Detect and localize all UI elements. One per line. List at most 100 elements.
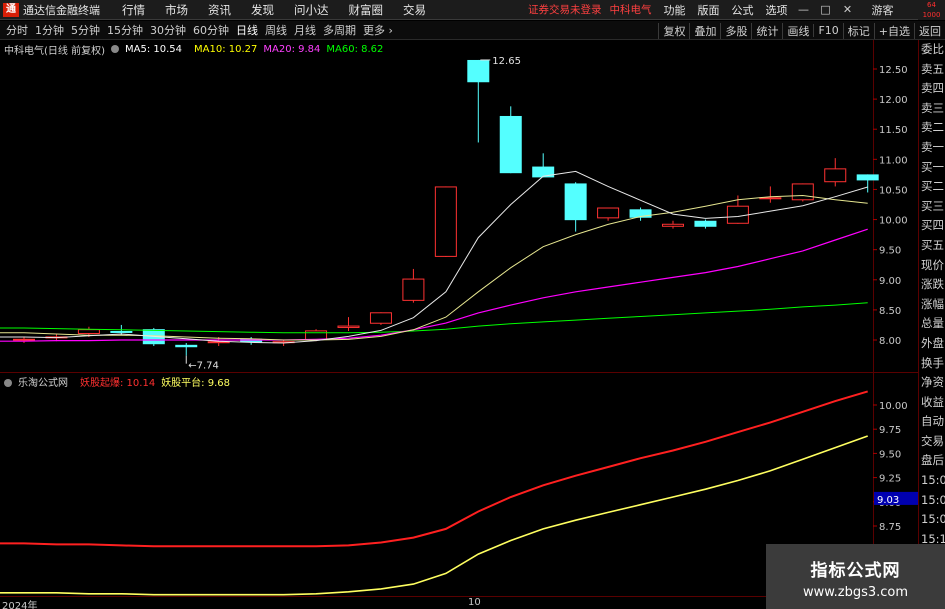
- quote-field-0: 委比: [921, 42, 944, 56]
- quote-field-18: 收益: [921, 394, 944, 409]
- candle-body: [759, 197, 782, 200]
- maximize-icon[interactable]: □: [820, 3, 832, 16]
- tool-mark[interactable]: 标记: [842, 22, 874, 39]
- tool-add-watchlist[interactable]: +自选: [873, 22, 914, 39]
- quote-field-23: 15:00: [921, 492, 945, 507]
- quote-field-4: 卖二: [921, 120, 944, 135]
- candle-body: [305, 330, 328, 340]
- chart-grid: [0, 40, 918, 609]
- watermark-title: 指标公式网: [810, 561, 901, 581]
- watermark-url: www.zbgs3.com: [802, 585, 909, 600]
- quote-field-5: 卖一: [921, 139, 944, 154]
- minimize-icon[interactable]: —: [798, 3, 810, 16]
- period-15min[interactable]: 15分钟: [106, 22, 144, 38]
- quote-field-7: 买二: [921, 179, 944, 194]
- x-axis-label-month: 10: [468, 597, 481, 608]
- quote-field-10: 买五: [921, 237, 944, 252]
- tool-adjust[interactable]: 复权: [658, 22, 689, 39]
- tool-draw-line[interactable]: 画线: [782, 22, 813, 39]
- tool-multi-stock[interactable]: 多股: [720, 22, 751, 39]
- quote-field-17: 净资: [921, 375, 944, 390]
- quote-field-13: 涨幅: [921, 296, 944, 311]
- candle-body: [662, 223, 684, 227]
- period-30min[interactable]: 30分钟: [149, 22, 187, 38]
- quote-field-12: 涨跌: [921, 277, 944, 292]
- current-value-label: 9.03: [877, 495, 899, 506]
- tool-back[interactable]: 返回: [914, 22, 945, 39]
- legend-toggle-icon[interactable]: [110, 44, 119, 53]
- candle-body: [402, 278, 425, 301]
- candle-body: [110, 330, 133, 333]
- trade-login-status[interactable]: 证券交易未登录: [528, 2, 602, 17]
- price-tick-label: 8.00: [879, 336, 901, 347]
- quote-field-15: 外盘: [921, 335, 944, 350]
- menu-ask-assistant[interactable]: 问小达: [294, 2, 329, 18]
- candle-body: [369, 312, 392, 324]
- quote-field-19: 自动: [921, 414, 944, 429]
- tool-overlay[interactable]: 叠加: [689, 22, 720, 39]
- tool-statistics[interactable]: 统计: [751, 22, 782, 39]
- period-60min[interactable]: 60分钟: [192, 22, 230, 38]
- indicator-tick-label: 10.00: [879, 401, 908, 412]
- quote-side-panel: 委比 卖五 卖四 卖三 卖二 卖一 买一 买二 买三 买四 买五 现价 涨跌 涨幅 总量 外盘 换手 净资 收益 自动…: [918, 40, 945, 609]
- quote-field-9: 买四: [921, 218, 944, 233]
- indicator-tick-label: 8.75: [879, 522, 901, 533]
- price-tick-label: 11.00: [879, 155, 908, 166]
- menu-options[interactable]: 选项: [766, 2, 788, 18]
- candle-body: [597, 207, 620, 219]
- period-intraday[interactable]: 分时: [5, 22, 29, 38]
- line1-legend: 妖股起爆: 10.14: [80, 377, 156, 389]
- indicator-toggle-icon[interactable]: [4, 378, 12, 387]
- quote-panel-header: 64 1000: [918, 0, 945, 20]
- quote-field-2: 卖四: [921, 81, 944, 96]
- indicator-tick-label: 9.50: [879, 449, 901, 460]
- price-axis: 8.00 8.50 9.00 9.50 10.00 10.50 11.00 11.50 12.0…: [874, 65, 918, 533]
- indicator-tick-label: 9.75: [879, 425, 901, 436]
- kline-chart[interactable]: 12.65 ←7.74 8.00 8.50 9.00 9.50 10.00 10.50 11.…: [0, 40, 918, 609]
- indicator-tick-label: 9.25: [879, 474, 901, 485]
- menu-functions[interactable]: 功能: [664, 2, 686, 18]
- price-tick-label: 11.50: [879, 125, 908, 136]
- menu-market-overview[interactable]: 市场: [165, 2, 188, 18]
- guest-account[interactable]: 游客: [872, 2, 894, 18]
- period-5min[interactable]: 5分钟: [70, 22, 101, 38]
- candle-body: [13, 338, 35, 341]
- quote-field-8: 买三: [921, 198, 944, 213]
- period-weekly[interactable]: 周线: [264, 22, 288, 38]
- period-daily[interactable]: 日线: [235, 22, 259, 38]
- menu-news[interactable]: 资讯: [208, 2, 231, 18]
- price-tick-label: 8.50: [879, 306, 901, 317]
- ma20-line: [0, 228, 868, 342]
- tool-f10[interactable]: F10: [813, 24, 842, 37]
- chart-toolbar: 复权 叠加 多股 统计 画线 F10 标记 +自选 返回: [658, 21, 945, 40]
- low-price-label: ←7.74: [188, 361, 219, 372]
- menu-trade[interactable]: 交易: [403, 2, 426, 18]
- period-more[interactable]: 更多 ›: [362, 22, 394, 38]
- period-1min[interactable]: 1分钟: [34, 22, 65, 38]
- ma5-value: MA5: 10.54: [124, 43, 182, 55]
- period-bar: 分时 1分钟 5分钟 15分钟 30分钟 60分钟 日线 周线 月线 多周期 更…: [0, 21, 945, 40]
- menu-layout[interactable]: 版面: [698, 2, 720, 18]
- candle-body: [175, 344, 198, 348]
- quote-field-16: 换手: [921, 355, 944, 370]
- quote-field-20: 交易: [921, 433, 944, 448]
- menu-discover[interactable]: 发现: [251, 2, 274, 18]
- indicator-area: [0, 390, 868, 596]
- quote-field-1: 卖五: [921, 61, 944, 76]
- menu-market[interactable]: 行情: [122, 2, 145, 18]
- site-watermark: 指标公式网 www.zbgs3.com: [766, 544, 945, 609]
- quote-field-21: 盘后: [921, 453, 944, 468]
- title-bar: 通 通达信金融终端 行情 市场 资讯 发现 问小达 财富圈 交易 证券交易未登录…: [0, 0, 945, 20]
- menu-wealth-circle[interactable]: 财富圈: [349, 2, 384, 18]
- x-axis-label-year: 2024年: [2, 601, 38, 609]
- close-icon[interactable]: ✕: [842, 3, 854, 16]
- price-tick-label: 10.50: [879, 185, 908, 196]
- period-monthly[interactable]: 月线: [293, 22, 317, 38]
- candle-body: [791, 183, 814, 201]
- period-multi[interactable]: 多周期: [322, 22, 357, 38]
- menu-formula[interactable]: 公式: [732, 2, 754, 18]
- ma60-line: [0, 302, 868, 334]
- ma5-legend: MA5: 10.54: [110, 43, 188, 55]
- candle-body: [499, 115, 522, 174]
- high-price-label: 12.65: [492, 56, 521, 67]
